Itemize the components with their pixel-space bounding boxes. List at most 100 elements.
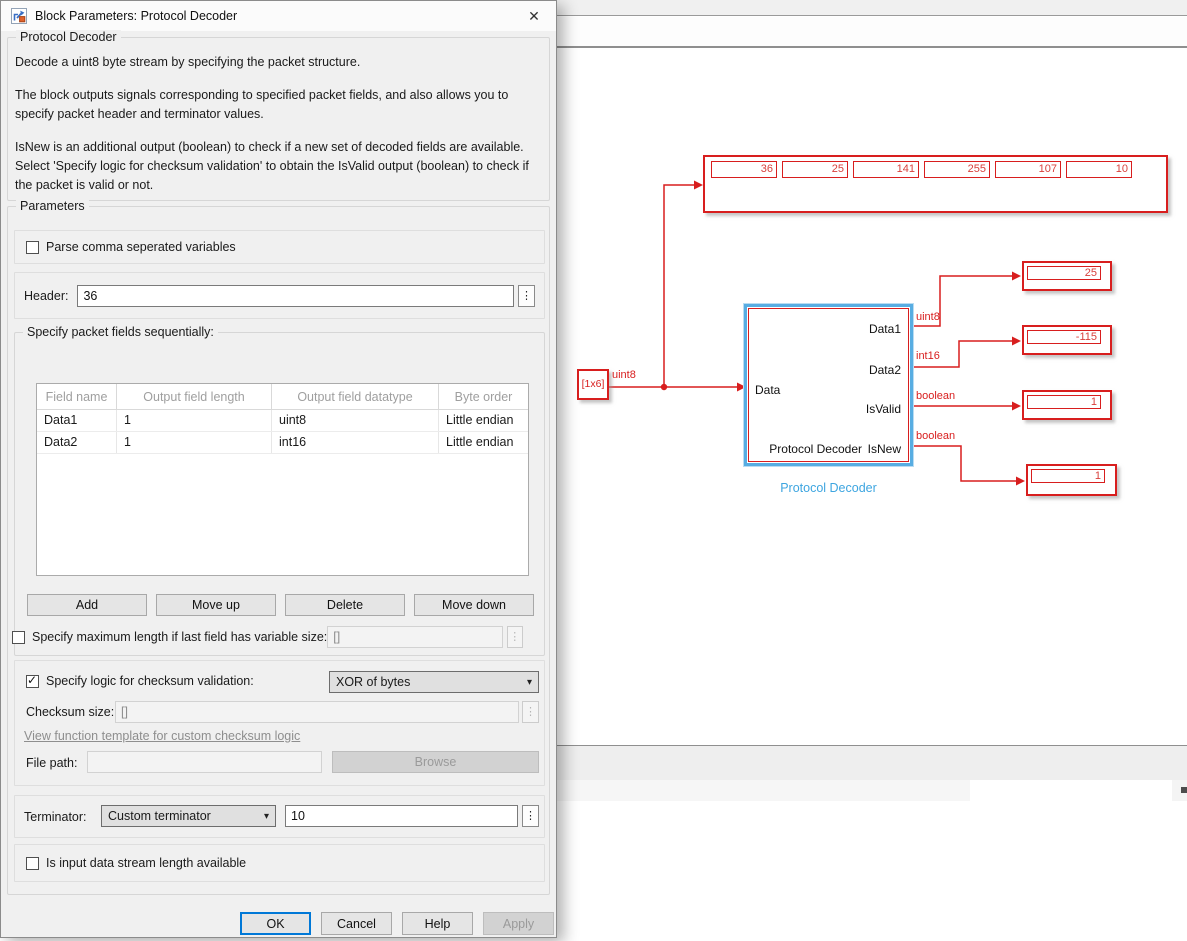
apply-button: Apply bbox=[483, 912, 554, 935]
stream-length-checkbox[interactable] bbox=[26, 857, 39, 870]
display-block-isnew[interactable]: 1 bbox=[1026, 464, 1117, 496]
header-label: Header: bbox=[24, 289, 68, 303]
max-length-input bbox=[327, 626, 502, 648]
description-paragraph: IsNew is an additional output (boolean) … bbox=[15, 138, 545, 195]
display-cell: 36 bbox=[711, 161, 777, 178]
close-icon[interactable]: ✕ bbox=[524, 7, 544, 25]
check-icon: ✓ bbox=[27, 673, 37, 687]
checksum-size-label: Checksum size: bbox=[26, 705, 114, 719]
checksum-size-input bbox=[115, 701, 519, 723]
parse-csv-label: Parse comma seperated variables bbox=[46, 240, 236, 254]
move-up-button[interactable]: Move up bbox=[156, 594, 276, 616]
parse-csv-checkbox[interactable] bbox=[26, 241, 39, 254]
cell-byte-order[interactable]: Little endian bbox=[439, 410, 528, 431]
terminator-mode-dropdown[interactable]: Custom terminator ▾ bbox=[101, 805, 276, 827]
description-paragraph: The block outputs signals corresponding … bbox=[15, 86, 545, 124]
display-value: 1 bbox=[1027, 395, 1101, 409]
ellipsis-icon: ⋮ bbox=[509, 631, 520, 643]
port-data2-out: Data2 bbox=[869, 363, 901, 377]
column-header[interactable]: Output field datatype bbox=[272, 384, 439, 409]
table-buttons-row: Add Move up Delete Move down bbox=[27, 594, 534, 616]
cancel-button[interactable]: Cancel bbox=[321, 912, 392, 935]
display-value: -115 bbox=[1027, 330, 1101, 344]
display-cell: 255 bbox=[924, 161, 990, 178]
file-path-label: File path: bbox=[26, 756, 77, 770]
max-length-label: Specify maximum length if last field has… bbox=[32, 630, 327, 644]
signal-label-boolean: boolean bbox=[916, 390, 955, 402]
cell-field-datatype[interactable]: int16 bbox=[272, 432, 439, 453]
wire-branch-to-top-display bbox=[664, 185, 695, 387]
cell-field-length[interactable]: 1 bbox=[117, 432, 272, 453]
display-block-data2[interactable]: -115 bbox=[1022, 325, 1112, 355]
arrowhead bbox=[1016, 477, 1025, 486]
block-description: Decode a uint8 byte stream by specifying… bbox=[15, 53, 545, 209]
max-length-edit-button: ⋮ bbox=[507, 626, 523, 648]
source-block-1x6[interactable]: [1x6] bbox=[577, 369, 609, 400]
ellipsis-icon: ⋮ bbox=[525, 810, 536, 822]
ok-button[interactable]: OK bbox=[240, 912, 311, 935]
signal-label-int16: int16 bbox=[916, 350, 940, 362]
block-inner-name: Protocol Decoder bbox=[769, 442, 862, 456]
port-data-in: Data bbox=[755, 383, 780, 397]
chevron-down-icon: ▾ bbox=[264, 811, 269, 822]
header-input[interactable] bbox=[77, 285, 514, 307]
parameters-group-legend: Parameters bbox=[16, 199, 89, 213]
block-parameters-icon bbox=[11, 8, 27, 24]
signal-label-uint8: uint8 bbox=[612, 369, 636, 381]
max-length-checkbox[interactable] bbox=[12, 631, 25, 644]
signal-label-uint8: uint8 bbox=[916, 311, 940, 323]
dialog-titlebar[interactable]: Block Parameters: Protocol Decoder ✕ bbox=[1, 1, 556, 31]
checksum-logic-dropdown[interactable]: XOR of bytes ▾ bbox=[329, 671, 539, 693]
column-header[interactable]: Byte order bbox=[439, 384, 528, 409]
move-down-button[interactable]: Move down bbox=[414, 594, 534, 616]
arrowhead bbox=[1012, 337, 1021, 346]
checksum-logic-row: ✓ Specify logic for checksum validation: bbox=[26, 674, 254, 688]
cell-field-datatype[interactable]: uint8 bbox=[272, 410, 439, 431]
header-panel: Header: ⋮ bbox=[14, 272, 545, 319]
column-header[interactable]: Field name bbox=[37, 384, 117, 409]
display-block-data1[interactable]: 25 bbox=[1022, 261, 1112, 291]
stream-length-panel: Is input data stream length available bbox=[14, 844, 545, 882]
terminator-label: Terminator: bbox=[24, 810, 87, 824]
delete-button[interactable]: Delete bbox=[285, 594, 405, 616]
terminator-panel: Terminator: Custom terminator ▾ ⋮ bbox=[14, 795, 545, 838]
column-header[interactable]: Output field length bbox=[117, 384, 272, 409]
block-name-label[interactable]: Protocol Decoder bbox=[744, 481, 913, 495]
display-cell: 10 bbox=[1066, 161, 1132, 178]
description-paragraph: Decode a uint8 byte stream by specifying… bbox=[15, 53, 545, 72]
display-block-isvalid[interactable]: 1 bbox=[1022, 390, 1112, 420]
table-row[interactable]: Data2 1 int16 Little endian bbox=[37, 432, 528, 454]
table-header-row: Field name Output field length Output fi… bbox=[37, 384, 528, 410]
table-row[interactable]: Data1 1 uint8 Little endian bbox=[37, 410, 528, 432]
display-block-packet[interactable]: 36 25 141 255 107 10 bbox=[703, 155, 1168, 213]
terminator-input[interactable] bbox=[285, 805, 518, 827]
wire-isnew bbox=[913, 446, 1017, 481]
cell-field-name[interactable]: Data2 bbox=[37, 432, 117, 453]
file-path-input bbox=[87, 751, 322, 773]
packet-fields-table[interactable]: Field name Output field length Output fi… bbox=[36, 383, 529, 576]
arrowhead bbox=[694, 181, 703, 190]
display-cell: 107 bbox=[995, 161, 1061, 178]
arrowhead bbox=[1012, 272, 1021, 281]
signal-label-boolean: boolean bbox=[916, 430, 955, 442]
ellipsis-icon: ⋮ bbox=[521, 290, 532, 302]
cell-field-length[interactable]: 1 bbox=[117, 410, 272, 431]
checksum-template-link[interactable]: View function template for custom checks… bbox=[24, 729, 300, 743]
protocol-decoder-block[interactable]: Data Data1 Data2 IsValid Protocol Decode… bbox=[744, 304, 913, 466]
checksum-validation-checkbox[interactable]: ✓ bbox=[26, 675, 39, 688]
terminator-edit-button[interactable]: ⋮ bbox=[522, 805, 539, 827]
port-isvalid-out: IsValid bbox=[866, 402, 901, 416]
help-button[interactable]: Help bbox=[402, 912, 473, 935]
display-value: 25 bbox=[1027, 266, 1101, 280]
cell-byte-order[interactable]: Little endian bbox=[439, 432, 528, 453]
browse-button: Browse bbox=[332, 751, 539, 773]
cell-field-name[interactable]: Data1 bbox=[37, 410, 117, 431]
checksum-logic-label: Specify logic for checksum validation: bbox=[46, 674, 254, 688]
dialog-title: Block Parameters: Protocol Decoder bbox=[35, 9, 237, 23]
block-parameters-dialog: Block Parameters: Protocol Decoder ✕ Pro… bbox=[0, 0, 557, 938]
header-edit-button[interactable]: ⋮ bbox=[518, 285, 535, 307]
terminator-mode-value: Custom terminator bbox=[108, 809, 260, 823]
chevron-down-icon: ▾ bbox=[527, 677, 532, 688]
add-button[interactable]: Add bbox=[27, 594, 147, 616]
checksum-panel: ✓ Specify logic for checksum validation:… bbox=[14, 660, 545, 786]
